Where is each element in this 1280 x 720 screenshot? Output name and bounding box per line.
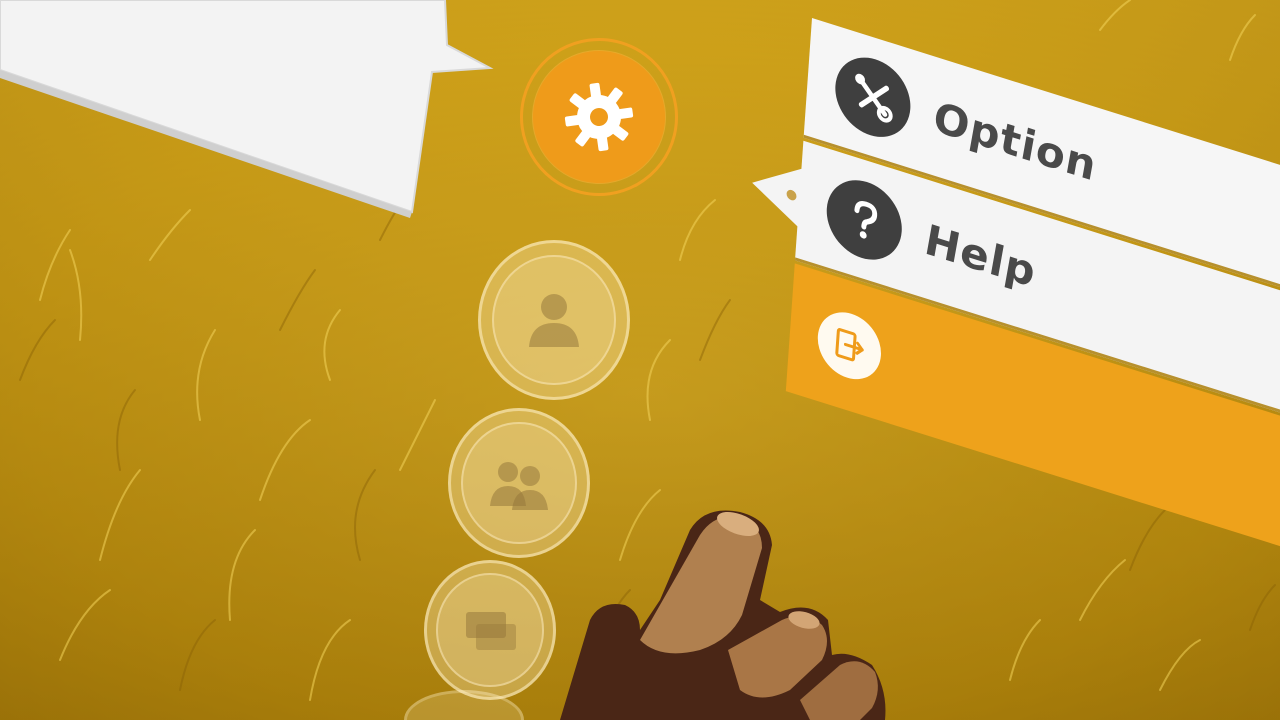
friends-ring-button[interactable] [448, 408, 590, 558]
profile-button-inner [492, 254, 616, 386]
person-icon [529, 293, 579, 347]
logout-icon-badge [815, 303, 884, 388]
wrench-screwdriver-icon [855, 73, 893, 123]
profile-ring-button[interactable] [478, 240, 630, 400]
friends-button-inner [461, 421, 577, 545]
option-icon-badge [832, 47, 913, 147]
game-scene: Option Help [0, 0, 1280, 720]
messages-ring-button[interactable] [424, 560, 556, 700]
menu-item-option-label: Option [929, 92, 1101, 191]
people-icon [489, 461, 548, 510]
menu-item-help-label: Help [921, 214, 1041, 297]
settings-button-core [524, 42, 674, 192]
question-icon [854, 200, 878, 239]
messages-button-inner [436, 573, 544, 687]
logout-icon [835, 328, 864, 362]
message-icon [466, 612, 516, 650]
gear-icon [564, 82, 634, 152]
help-icon-badge [824, 169, 905, 270]
